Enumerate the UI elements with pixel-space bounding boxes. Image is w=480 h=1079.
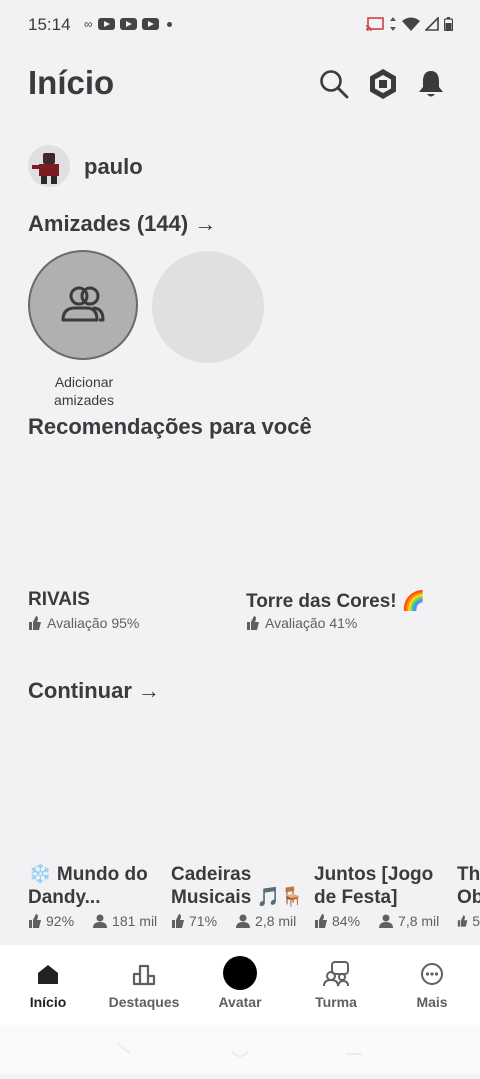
friend-avatar-placeholder[interactable] <box>152 251 264 363</box>
thumbs-up-icon <box>315 914 327 928</box>
continue-title[interactable]: Continuar → <box>28 678 160 704</box>
avatar-icon <box>223 956 257 990</box>
continue-game-stats: 71% 2,8 mil <box>171 913 296 929</box>
data-arrows-icon <box>390 17 396 31</box>
signal-icon <box>425 17 439 31</box>
notification-icons: ∞ <box>84 17 172 31</box>
nav-label: Início <box>29 994 67 1010</box>
thumbs-up-icon <box>457 915 468 927</box>
youtube-icon <box>119 18 137 30</box>
cast-icon <box>366 17 384 31</box>
battery-icon <box>444 17 453 31</box>
players-icon <box>93 914 108 928</box>
system-icons <box>366 17 453 31</box>
continue-game-stats: 84% 7,8 mil <box>314 913 439 929</box>
game-title[interactable]: RIVAIS <box>28 589 90 611</box>
status-time: 15:14 <box>28 15 71 34</box>
continue-game-stats: 92% 181 mil <box>28 913 157 929</box>
add-friends-icon <box>61 286 105 322</box>
bottom-nav: Início Destaques Avatar Turma Mais <box>0 945 480 1025</box>
players-icon <box>379 914 394 928</box>
game-title[interactable]: Torre das Cores! 🌈 <box>246 589 426 613</box>
dot-icon <box>166 21 172 27</box>
continue-game-title[interactable]: Juntos [Jogo de Festa] <box>314 863 433 909</box>
nav-label: Mais <box>416 994 448 1010</box>
youtube-icon <box>141 18 159 30</box>
nav-party[interactable]: Turma <box>288 945 384 1025</box>
nav-more[interactable]: Mais <box>384 945 480 1025</box>
continue-game-title[interactable]: ❄️ Mundo do Dandy... <box>28 863 148 909</box>
bell-icon[interactable] <box>413 66 449 102</box>
game-rating-text: Avaliação 41% <box>265 615 358 631</box>
thumbs-up-icon <box>247 616 259 630</box>
add-friends-label: Adicionar amizades <box>54 374 114 408</box>
continue-game-stats: 5 <box>457 913 480 929</box>
players-icon <box>236 914 251 928</box>
game-rating: Avaliação 95% <box>28 615 139 631</box>
home-icon <box>33 959 63 989</box>
game-rating: Avaliação 41% <box>246 615 357 631</box>
continue-game-title[interactable]: Cadeiras Musicais 🎵🪑 <box>171 863 304 909</box>
thumbs-up-icon <box>172 914 184 928</box>
search-icon[interactable] <box>316 66 352 102</box>
add-friends-button[interactable] <box>28 250 138 360</box>
recommendations-title: Recomendações para você <box>28 414 312 439</box>
robux-icon[interactable] <box>365 66 401 102</box>
nav-home[interactable]: Início <box>0 945 96 1025</box>
party-icon <box>321 959 351 989</box>
status-bar: 15:14 ∞ <box>0 0 480 50</box>
continue-game-title[interactable]: Th Ob <box>457 863 480 909</box>
game-rating-text: Avaliação 95% <box>47 615 140 631</box>
friends-title[interactable]: Amizades (144) → <box>28 211 216 237</box>
wifi-icon <box>402 17 420 31</box>
page-title: Início <box>28 64 115 101</box>
system-navigation-bar <box>0 1025 480 1074</box>
nav-charts[interactable]: Destaques <box>96 945 192 1025</box>
nav-label: Destaques <box>108 994 180 1010</box>
profile-name[interactable]: paulo <box>84 154 143 180</box>
more-icon <box>417 959 447 989</box>
charts-icon <box>129 959 159 989</box>
thumbs-up-icon <box>29 914 41 928</box>
nav-label: Turma <box>315 994 357 1010</box>
youtube-icon <box>97 18 115 30</box>
system-nav-buttons <box>117 1043 362 1057</box>
thumbs-up-icon <box>29 616 41 630</box>
nav-label: Avatar <box>218 994 262 1010</box>
assistant-icon: ∞ <box>84 17 93 31</box>
nav-avatar[interactable]: Avatar <box>192 945 288 1025</box>
avatar[interactable] <box>28 145 70 187</box>
